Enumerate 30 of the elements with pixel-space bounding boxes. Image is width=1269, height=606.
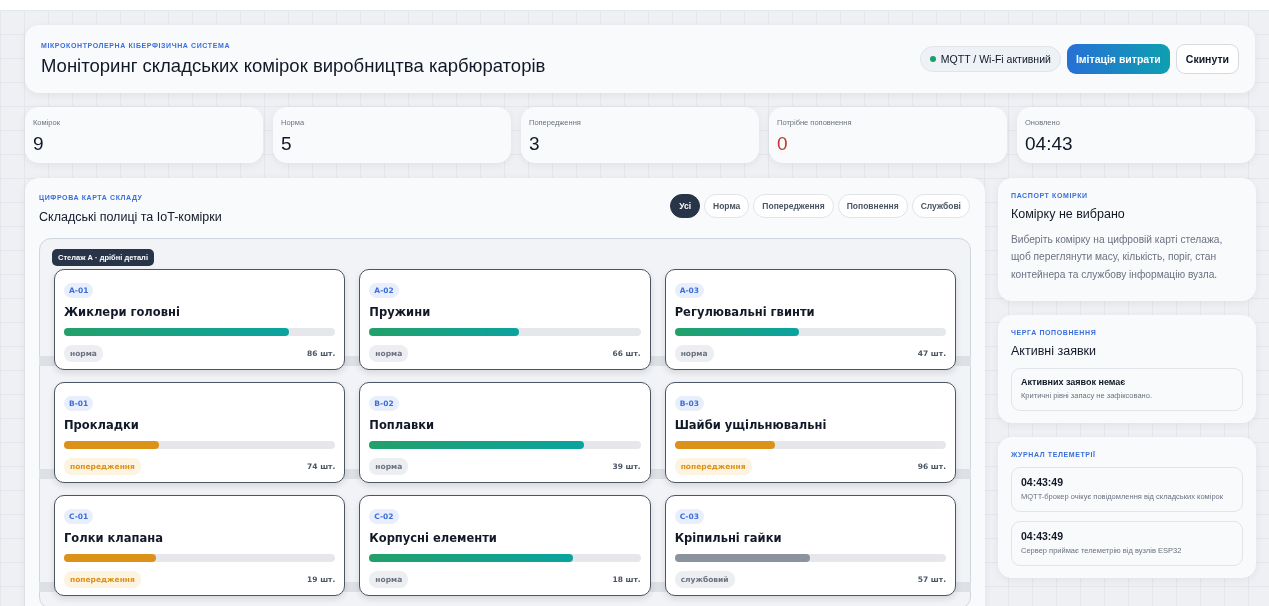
- cell-name: Корпусні елементи: [369, 531, 498, 545]
- cell-name: Пружини: [369, 305, 432, 319]
- stat-value: 0: [777, 133, 789, 155]
- stat-value: 3: [529, 133, 541, 155]
- passport-description: Виберіть комірку на цифровій карті стелажа, щоб переглянути масу, кількість, поріг, стан контейнера та службову інформацію вузла.: [1011, 233, 1224, 282]
- reset-button[interactable]: Скинути: [1175, 44, 1239, 74]
- stat-value: 5: [281, 133, 293, 155]
- stat-value: 9: [33, 133, 45, 155]
- log-time: 04:43:49: [1021, 530, 1065, 543]
- filter-chip[interactable]: Службові: [911, 194, 970, 218]
- cell-name: Голки клапана: [64, 531, 164, 545]
- stat-value: 04:43: [1025, 133, 1074, 155]
- connection-label: MQTT / Wi-Fi активний: [940, 53, 1051, 65]
- cell-name: Шайби ущільнювальні: [674, 418, 828, 432]
- cell-name: Кріпильні гайки: [674, 531, 783, 545]
- cell-name: Регулювальні гвинти: [674, 305, 816, 319]
- simulate-button[interactable]: Імітація витрати: [1066, 44, 1170, 74]
- section-title: Складські полиці та IoT-комірки: [39, 210, 222, 224]
- filter-chip[interactable]: Норма: [704, 194, 750, 218]
- cell-name: Жиклери головні: [64, 305, 181, 319]
- page-title: Моніторинг складських комірок виробництва карбюраторів: [41, 54, 546, 77]
- cell-name: Прокладки: [64, 418, 140, 432]
- card-title: Активні заявки: [1011, 344, 1097, 359]
- cell-name: Поплавки: [369, 418, 436, 432]
- filter-chip[interactable]: Усі: [670, 194, 701, 218]
- log-time: 04:43:49: [1021, 476, 1065, 489]
- filter-chip[interactable]: Поповнення: [837, 194, 908, 218]
- filter-chip[interactable]: Попередження: [753, 194, 834, 218]
- card-title: Комірку не вибрано: [1011, 207, 1126, 221]
- empty-title: Активних заявок немає: [1021, 377, 1127, 388]
